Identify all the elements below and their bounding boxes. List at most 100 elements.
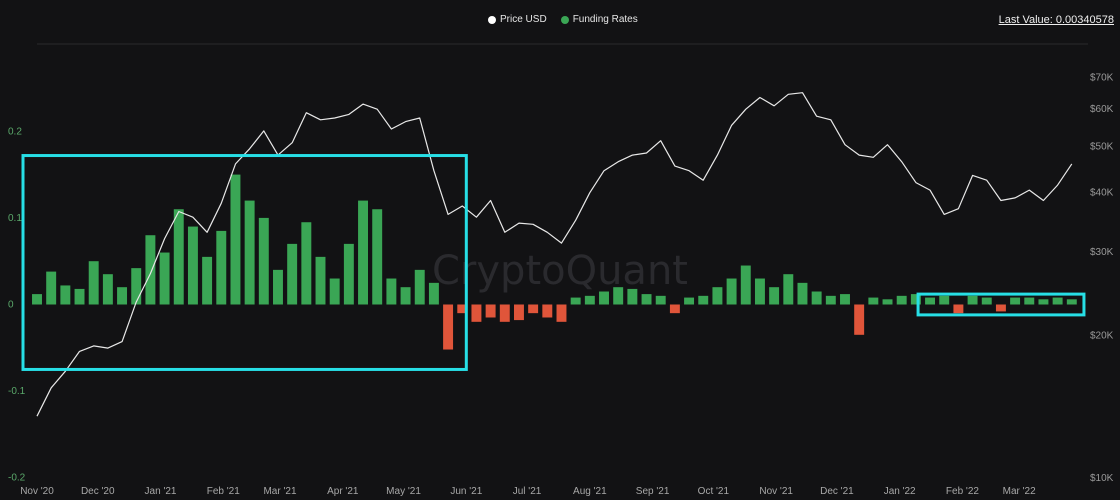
funding-bar	[202, 256, 213, 305]
funding-bar	[471, 304, 482, 322]
y-left-tick-label: 0.2	[8, 126, 22, 137]
funding-bar	[726, 278, 737, 305]
funding-bar	[882, 299, 893, 305]
funding-bar	[684, 297, 695, 305]
x-tick-label: May '21	[386, 486, 421, 497]
chart-root: CryptoQuant 0.2 0.1 0 -0.1 -0.2 $70K $60K $50K $4…	[0, 0, 1120, 500]
funding-bar	[840, 294, 850, 305]
funding-bar	[669, 304, 680, 314]
funding-bar	[1038, 299, 1049, 305]
funding-bar	[485, 304, 496, 318]
y-right-tick-label: $10K	[1090, 473, 1114, 484]
funding-bar	[60, 285, 71, 305]
funding-bar	[244, 200, 255, 305]
y-left-tick-label: -0.1	[8, 386, 26, 397]
last-value-readout[interactable]: Last Value: 0.00340578	[999, 14, 1114, 26]
legend-item-funding[interactable]: Funding Rates	[560, 14, 638, 25]
funding-bar	[428, 282, 439, 305]
x-tick-label: Jun '21	[450, 486, 482, 497]
funding-bar	[513, 304, 524, 321]
funding-bar	[570, 297, 581, 305]
x-tick-label: Nov '21	[759, 486, 793, 497]
funding-bar	[315, 256, 326, 305]
x-tick-label: Jan '22	[884, 486, 916, 497]
x-tick-label: Mar '22	[1003, 486, 1036, 497]
funding-bar	[358, 200, 369, 305]
funding-bar	[797, 282, 808, 305]
funding-bar	[995, 304, 1006, 312]
x-tick-label: Feb '22	[946, 486, 979, 497]
y-right-tick-label: $40K	[1090, 188, 1114, 199]
funding-bar	[740, 265, 751, 305]
funding-bar	[641, 294, 652, 305]
x-tick-label: Mar '21	[263, 486, 296, 497]
funding-bar	[698, 295, 709, 305]
x-tick-label: Dec '21	[820, 486, 854, 497]
funding-bar	[372, 209, 383, 305]
y-left-tick-label: -0.2	[8, 473, 26, 484]
funding-bar	[825, 295, 836, 305]
chart-canvas: CryptoQuant 0.2 0.1 0 -0.1 -0.2 $70K $60K $50K $4…	[8, 43, 1114, 497]
funding-bar	[301, 222, 312, 305]
x-tick-label: Feb '21	[207, 486, 240, 497]
funding-bar	[386, 278, 397, 305]
funding-bar	[1066, 299, 1077, 305]
x-tick-label: Oct '21	[698, 486, 730, 497]
funding-bar	[230, 174, 241, 305]
funding-bar	[584, 295, 595, 305]
funding-bar	[187, 226, 198, 305]
x-tick-label: Sep '21	[636, 486, 670, 497]
funding-bar	[159, 252, 170, 305]
legend-label-price: Price USD	[500, 14, 547, 25]
funding-bar	[896, 295, 907, 305]
y-right-tick-label: $50K	[1090, 142, 1114, 153]
funding-bar	[102, 274, 113, 305]
funding-bar	[967, 295, 978, 305]
funding-bar	[542, 304, 553, 318]
x-tick-label: Dec '20	[81, 486, 115, 497]
x-tick-label: Nov '20	[20, 486, 54, 497]
legend: Price USD Funding Rates	[488, 14, 638, 25]
funding-bar	[117, 287, 128, 305]
funding-bar	[287, 243, 298, 305]
funding-bar	[613, 287, 624, 305]
y-right-tick-label: $30K	[1090, 247, 1114, 258]
funding-bar	[939, 295, 950, 305]
funding-bar	[1010, 297, 1021, 305]
funding-bar	[46, 271, 57, 305]
legend-dot-funding	[560, 15, 569, 24]
funding-bar	[854, 304, 865, 335]
y-left-tick-label: 0.1	[8, 213, 22, 224]
funding-bar	[258, 217, 269, 305]
y-left-tick-label: 0	[8, 300, 14, 311]
funding-bar	[273, 269, 283, 305]
funding-bar	[414, 269, 425, 305]
funding-bar	[556, 304, 567, 322]
x-tick-label: Aug '21	[573, 486, 607, 497]
funding-bar	[400, 287, 411, 305]
x-tick-label: Jul '21	[513, 486, 542, 497]
funding-bar	[981, 297, 992, 305]
funding-bar	[145, 235, 156, 305]
x-tick-label: Apr '21	[327, 486, 359, 497]
x-tick-label: Jan '21	[145, 486, 177, 497]
funding-bar	[783, 274, 794, 305]
funding-bar	[599, 291, 609, 305]
funding-bar	[499, 304, 510, 322]
funding-bar	[343, 243, 354, 305]
funding-bar	[173, 209, 184, 305]
y-right-tick-label: $70K	[1090, 72, 1114, 83]
funding-bar	[32, 294, 42, 305]
funding-bar	[811, 291, 822, 305]
funding-bar	[443, 304, 454, 350]
legend-item-price[interactable]: Price USD	[488, 14, 547, 25]
funding-bar	[1052, 297, 1063, 305]
funding-bar	[216, 230, 227, 305]
funding-bar	[712, 287, 723, 305]
y-right-tick-label: $20K	[1090, 330, 1114, 341]
funding-bar	[769, 287, 780, 305]
legend-dot-price	[488, 15, 496, 24]
funding-bar	[754, 278, 765, 305]
funding-bar	[329, 278, 340, 305]
funding-bar	[528, 304, 539, 314]
